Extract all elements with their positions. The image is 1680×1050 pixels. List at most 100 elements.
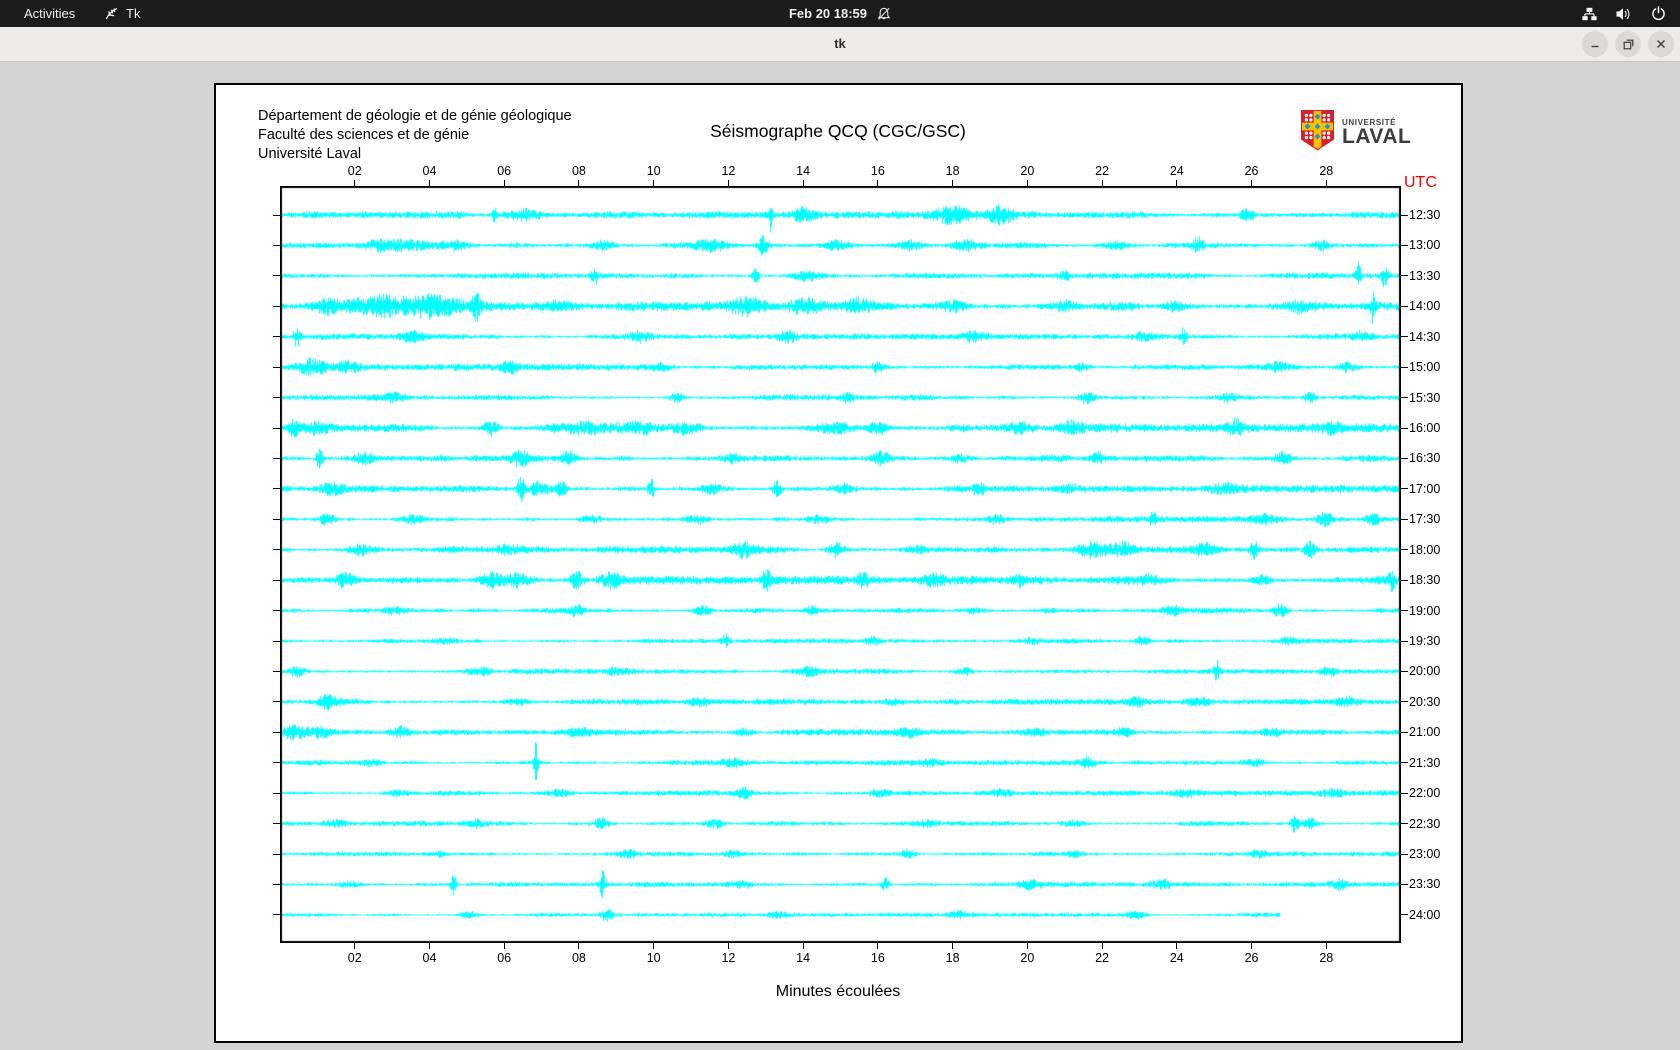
utc-time-label: 21:30 xyxy=(1409,755,1441,770)
clock-menu[interactable]: Feb 20 18:59 xyxy=(789,0,891,27)
utc-time-label: 19:00 xyxy=(1409,603,1441,618)
x-tick-label-bottom: 22 xyxy=(1095,951,1110,965)
window-titlebar[interactable]: tk xyxy=(0,27,1680,62)
utc-time-label: 15:30 xyxy=(1409,390,1441,405)
header-line-3: Université Laval xyxy=(258,146,362,162)
activities-button[interactable]: Activities xyxy=(18,0,81,27)
utc-time-label: 20:30 xyxy=(1409,694,1441,709)
trace-tick-left xyxy=(273,518,280,520)
trace-tick-right xyxy=(1401,518,1408,520)
utc-time-label: 21:00 xyxy=(1409,725,1441,740)
utc-time-label: 17:30 xyxy=(1409,512,1441,527)
trace-tick-left xyxy=(273,640,280,642)
x-tick-label-bottom: 10 xyxy=(646,951,661,965)
x-tick-label-top: 10 xyxy=(646,164,661,178)
x-tick-label-bottom: 20 xyxy=(1020,951,1035,965)
utc-time-label: 18:00 xyxy=(1409,542,1441,557)
trace-tick-right xyxy=(1401,275,1408,277)
trace-tick-left xyxy=(273,427,280,429)
utc-time-label: 19:30 xyxy=(1409,634,1441,649)
x-tick-top xyxy=(503,180,505,186)
trace-tick-right xyxy=(1401,549,1408,551)
trace-tick-right xyxy=(1401,792,1408,794)
x-tick-top xyxy=(578,180,580,186)
trace-tick-right xyxy=(1401,397,1408,399)
trace-tick-left xyxy=(273,579,280,581)
x-tick-label-top: 26 xyxy=(1244,164,1259,178)
trace-tick-right xyxy=(1401,823,1408,825)
utc-time-label: 16:00 xyxy=(1409,421,1441,435)
plot-title: Séismographe QCQ (CGC/GSC) xyxy=(710,121,966,141)
x-tick-label-top: 20 xyxy=(1020,164,1035,178)
seismogram-canvas xyxy=(280,186,1401,943)
system-status-area[interactable] xyxy=(1582,0,1666,27)
focused-app-menu[interactable]: Tk xyxy=(104,0,140,27)
trace-tick-left xyxy=(273,305,280,307)
maximize-button[interactable] xyxy=(1615,31,1641,57)
x-tick-bottom xyxy=(1026,943,1028,949)
trace-tick-right xyxy=(1401,762,1408,764)
utc-time-label: 18:30 xyxy=(1409,573,1441,588)
x-tick-top xyxy=(1101,180,1103,186)
x-tick-top xyxy=(1176,180,1178,186)
x-tick-label-bottom: 24 xyxy=(1169,951,1184,965)
x-tick-label-bottom: 12 xyxy=(721,951,736,965)
trace-tick-right xyxy=(1401,214,1408,216)
logo-laval-text: LAVAL xyxy=(1342,125,1412,148)
x-tick-label-bottom: 04 xyxy=(422,951,437,965)
utc-time-label: 14:30 xyxy=(1409,329,1441,344)
x-tick-top xyxy=(727,180,729,186)
trace-tick-right xyxy=(1401,640,1408,642)
x-tick-label-top: 28 xyxy=(1319,164,1334,178)
x-tick-label-bottom: 06 xyxy=(497,951,512,965)
trace-tick-right xyxy=(1401,427,1408,429)
trace-tick-left xyxy=(273,823,280,825)
x-tick-bottom xyxy=(653,943,655,949)
trace-tick-right xyxy=(1401,701,1408,703)
close-icon xyxy=(1657,40,1665,48)
utc-time-label: 15:00 xyxy=(1409,360,1441,375)
x-tick-bottom xyxy=(727,943,729,949)
x-tick-label-top: 18 xyxy=(945,164,960,178)
x-tick-bottom xyxy=(1101,943,1103,949)
x-tick-bottom xyxy=(877,943,879,949)
trace-tick-left xyxy=(273,488,280,490)
trace-tick-left xyxy=(273,701,280,703)
trace-tick-right xyxy=(1401,670,1408,672)
trace-tick-left xyxy=(273,883,280,885)
x-tick-label-top: 08 xyxy=(571,164,586,178)
trace-tick-left xyxy=(273,762,280,764)
x-tick-label-top: 12 xyxy=(721,164,736,178)
x-tick-bottom xyxy=(354,943,356,949)
trace-tick-left xyxy=(273,336,280,338)
trace-tick-right xyxy=(1401,336,1408,338)
x-tick-top xyxy=(1325,180,1327,186)
header-line-2: Faculté des sciences et de génie xyxy=(258,127,470,143)
trace-tick-left xyxy=(273,670,280,672)
trace-tick-left xyxy=(273,457,280,459)
trace-tick-left xyxy=(273,214,280,216)
trace-tick-right xyxy=(1401,610,1408,612)
close-button[interactable] xyxy=(1648,31,1674,57)
trace-tick-right xyxy=(1401,305,1408,307)
x-tick-top xyxy=(354,180,356,186)
x-tick-label-bottom: 16 xyxy=(870,951,885,965)
utc-time-label: 14:00 xyxy=(1409,299,1441,314)
window-title: tk xyxy=(834,36,846,51)
universite-laval-logo: UNIVERSITÉ LAVAL xyxy=(1300,109,1411,156)
laval-crest-icon xyxy=(1300,109,1335,156)
x-tick-top xyxy=(1026,180,1028,186)
x-tick-top xyxy=(952,180,954,186)
x-tick-bottom xyxy=(802,943,804,949)
x-tick-bottom xyxy=(503,943,505,949)
header-line-1: Département de géologie et de génie géol… xyxy=(258,108,572,124)
x-tick-label-bottom: 02 xyxy=(347,951,362,965)
trace-tick-right xyxy=(1401,731,1408,733)
maximize-icon xyxy=(1623,39,1633,49)
minimize-button[interactable] xyxy=(1582,31,1608,57)
trace-tick-left xyxy=(273,549,280,551)
trace-tick-left xyxy=(273,397,280,399)
utc-time-label: 23:30 xyxy=(1409,877,1441,892)
x-tick-top xyxy=(428,180,430,186)
x-tick-label-bottom: 18 xyxy=(945,951,960,965)
